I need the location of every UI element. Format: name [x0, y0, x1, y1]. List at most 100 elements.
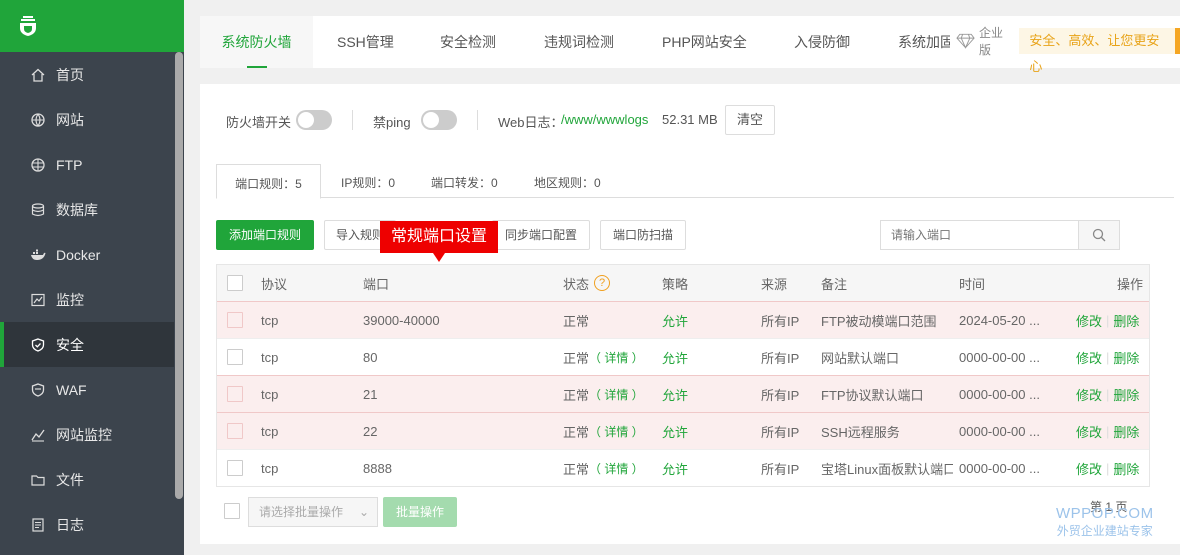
firewall-switch-toggle[interactable] [296, 110, 332, 130]
folder-icon [30, 472, 46, 488]
rule-tabs: 端口规则：5 IP规则：0 端口转发：0 地区规则：0 [216, 164, 1174, 199]
ping-label: 禁ping [373, 115, 411, 130]
sidebar-scrollbar-thumb[interactable] [175, 52, 183, 499]
status-text: 正常 [563, 350, 590, 366]
top-tab-bar: 系统防火墙 SSH管理 安全检测 违规词检测 PHP网站安全 入侵防御 系统加固… [200, 16, 1180, 74]
sidebar-item-ftp[interactable]: FTP [0, 142, 174, 187]
callout-tooltip: 常规端口设置 [380, 221, 498, 262]
tab-security-check[interactable]: 安全检测 [440, 16, 496, 68]
tab-ip-rules[interactable]: IP规则：0 [341, 164, 395, 198]
tab-php-security[interactable]: PHP网站安全 [662, 16, 747, 68]
status-text: 正常 [563, 424, 590, 440]
delete-link[interactable]: 删除 [1113, 311, 1139, 330]
cell-protocol: tcp [261, 423, 279, 439]
select-all-checkbox[interactable] [227, 265, 243, 301]
log-icon [30, 517, 46, 533]
web-log-path[interactable]: /www/wwwlogs [561, 112, 648, 127]
cell-strategy: 允许 [662, 350, 689, 366]
sidebar-item-website[interactable]: 网站 [0, 97, 174, 142]
port-rules-table: 协议 端口 状态 ? 策略 来源 备注 时间 操作 tcp 39000-40000… [216, 264, 1150, 487]
cell-operations: 修改 | 删除 [1076, 339, 1139, 375]
active-tab-underline [246, 66, 267, 68]
sync-port-config-button[interactable]: 同步端口配置 [492, 220, 590, 250]
sidebar-item-label: 文件 [56, 471, 84, 488]
cell-status: 正常 [563, 302, 589, 338]
waf-shield-icon [30, 382, 46, 398]
enterprise-banner[interactable]: 企业版 安全、高效、让您更安心 [950, 26, 1180, 74]
cell-operations: 修改 | 删除 [1076, 450, 1139, 486]
sidebar-item-site-monitor[interactable]: 网站监控 [0, 412, 174, 457]
sidebar-item-waf[interactable]: WAF [0, 367, 174, 412]
tab-port-rules[interactable]: 端口规则：5 [216, 164, 321, 199]
enterprise-edge-marker [1175, 28, 1180, 54]
detail-link[interactable]: （ 详情 ） [589, 349, 644, 366]
search-button[interactable] [1078, 220, 1120, 250]
tab-violation-word[interactable]: 违规词检测 [544, 16, 614, 68]
bt-logo-icon[interactable] [18, 15, 38, 37]
cell-port: 39000-40000 [363, 312, 440, 328]
cell-status: 正常（ 详情 ） [563, 339, 644, 375]
edit-link[interactable]: 修改 [1076, 422, 1102, 441]
divider [352, 110, 353, 130]
sidebar-item-label: 网站 [56, 111, 84, 128]
sidebar-scrollbar[interactable] [174, 52, 184, 555]
row-checkbox[interactable] [227, 302, 243, 338]
tab-port-forward[interactable]: 端口转发：0 [431, 164, 498, 198]
link-separator: | [1106, 349, 1110, 365]
sidebar-item-docker[interactable]: Docker [0, 232, 174, 277]
sidebar-item-database[interactable]: 数据库 [0, 187, 174, 232]
web-log-size: 52.31 MB [662, 112, 718, 127]
edit-link[interactable]: 修改 [1076, 385, 1102, 404]
cell-protocol: tcp [261, 460, 279, 476]
cell-source: 所有IP [761, 424, 800, 440]
tab-intrusion-prevention[interactable]: 入侵防御 [794, 16, 850, 68]
row-checkbox[interactable] [227, 376, 243, 412]
col-status-label: 状态 [563, 276, 590, 292]
delete-link[interactable]: 删除 [1113, 385, 1139, 404]
cell-status: 正常（ 详情 ） [563, 450, 644, 486]
bulk-action-select[interactable]: 请选择批量操作 ⌄ [248, 497, 378, 527]
link-separator: | [1106, 312, 1110, 328]
sidebar-item-security[interactable]: 安全 [0, 322, 174, 367]
tab-system-hardening[interactable]: 系统加固 [898, 16, 954, 68]
sidebar-item-files[interactable]: 文件 [0, 457, 174, 502]
bulk-action-button[interactable]: 批量操作 [383, 497, 457, 527]
docker-icon [30, 247, 46, 263]
delete-link[interactable]: 删除 [1113, 459, 1139, 478]
detail-link[interactable]: （ 详情 ） [589, 460, 644, 477]
bulk-select-checkbox[interactable] [224, 503, 240, 519]
col-source: 来源 [761, 276, 788, 292]
ping-toggle[interactable] [421, 110, 457, 130]
detail-link[interactable]: （ 详情 ） [589, 423, 644, 440]
tab-region-rules[interactable]: 地区规则：0 [534, 164, 601, 198]
cell-time: 0000-00-00 ... [959, 423, 1040, 439]
edit-link[interactable]: 修改 [1076, 459, 1102, 478]
port-anti-scan-button[interactable]: 端口防扫描 [600, 220, 686, 250]
add-port-rule-button[interactable]: 添加端口规则 [216, 220, 314, 250]
table-row: tcp 39000-40000 正常 允许 所有IP FTP被动模端口范围 2024-05-… [217, 301, 1149, 338]
delete-link[interactable]: 删除 [1113, 422, 1139, 441]
row-checkbox[interactable] [227, 450, 243, 486]
sidebar-item-logs[interactable]: 日志 [0, 502, 174, 547]
sidebar-item-monitor[interactable]: 监控 [0, 277, 174, 322]
sidebar-item-label: 日志 [56, 516, 84, 533]
port-search-input[interactable] [880, 220, 1080, 250]
row-checkbox[interactable] [227, 413, 243, 449]
row-checkbox[interactable] [227, 339, 243, 375]
enterprise-slogan: 安全、高效、让您更安心 [1019, 28, 1180, 74]
sidebar-item-home[interactable]: 首页 [0, 52, 174, 97]
diamond-icon [956, 33, 975, 49]
cell-remark: 网站默认端口 [821, 350, 900, 366]
delete-link[interactable]: 删除 [1113, 348, 1139, 367]
detail-link[interactable]: （ 详情 ） [589, 386, 644, 403]
help-icon[interactable]: ? [594, 275, 611, 291]
globe-icon [30, 112, 46, 128]
tab-ssh[interactable]: SSH管理 [337, 16, 394, 68]
cell-status: 正常（ 详情 ） [563, 413, 644, 449]
clear-log-button[interactable]: 清空 [725, 105, 775, 135]
col-time: 时间 [959, 276, 986, 292]
cell-protocol: tcp [261, 312, 279, 328]
tab-system-firewall[interactable]: 系统防火墙 [200, 16, 313, 68]
edit-link[interactable]: 修改 [1076, 348, 1102, 367]
edit-link[interactable]: 修改 [1076, 311, 1102, 330]
